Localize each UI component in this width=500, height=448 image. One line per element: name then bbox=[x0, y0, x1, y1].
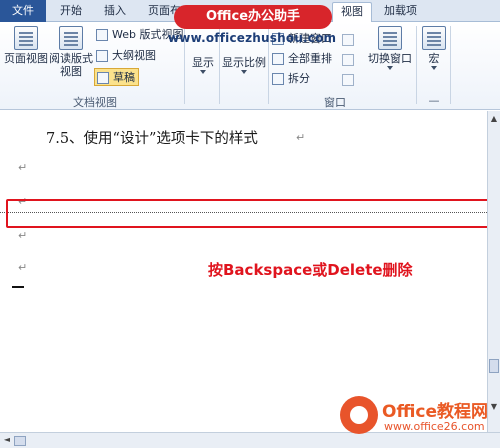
page-view-icon bbox=[14, 26, 38, 50]
reading-view-button[interactable]: 阅读版式 视图 bbox=[48, 26, 94, 78]
switch-window-button[interactable]: 切换窗口 bbox=[364, 26, 416, 70]
macros-button[interactable]: 宏 bbox=[420, 26, 448, 70]
paragraph-mark: ↵ bbox=[18, 261, 28, 274]
show-label: 显示 bbox=[192, 56, 214, 69]
office-logo-icon bbox=[340, 396, 378, 434]
watermark-banner: Office办公助手 bbox=[174, 5, 332, 29]
arrange-all-icon bbox=[272, 53, 284, 65]
tab-file[interactable]: 文件 bbox=[0, 0, 46, 22]
site-logo: Office教程网 www.office26.com bbox=[340, 392, 500, 440]
logo-url: www.office26.com bbox=[384, 420, 485, 433]
paragraph-mark: ↵ bbox=[18, 229, 28, 242]
zoom-dropdown-icon bbox=[241, 70, 247, 74]
tab-insert[interactable]: 插入 bbox=[96, 2, 134, 22]
show-dropdown-icon bbox=[200, 70, 206, 74]
split-icon bbox=[272, 73, 284, 85]
outline-view-icon bbox=[96, 50, 108, 62]
draft-view-label: 草稿 bbox=[113, 71, 135, 84]
reading-view-icon bbox=[59, 26, 83, 50]
delete-instruction-annotation: 按Backspace或Delete删除 bbox=[208, 261, 413, 279]
switch-window-icon bbox=[378, 26, 402, 50]
draft-view-icon bbox=[97, 72, 109, 84]
switch-window-label: 切换窗口 bbox=[368, 52, 412, 65]
page-view-button[interactable]: 页面视图 bbox=[4, 26, 48, 65]
web-view-icon bbox=[96, 29, 108, 41]
highlight-box bbox=[6, 199, 490, 228]
split-button[interactable]: 拆分 bbox=[270, 70, 313, 88]
zoom-button[interactable]: 显示比例 bbox=[221, 56, 267, 74]
doc-views-group-label: 文档视图 bbox=[73, 96, 117, 109]
macros-label: 宏 bbox=[428, 52, 440, 65]
horizontal-scrollbar-thumb[interactable] bbox=[14, 436, 26, 446]
page-view-label: 页面视图 bbox=[4, 52, 48, 65]
zoom-label: 显示比例 bbox=[222, 56, 266, 69]
synchronous-scrolling-icon[interactable] bbox=[342, 54, 354, 66]
window-group-label: 窗口 bbox=[324, 96, 346, 109]
scrollbar-thumb[interactable] bbox=[489, 359, 499, 373]
group-separator bbox=[416, 26, 417, 104]
document-heading: 7.5、使用“设计”选项卡下的样式 bbox=[46, 131, 258, 147]
paragraph-mark: ↵ bbox=[18, 161, 28, 174]
reading-view-label-1: 阅读版式 bbox=[49, 52, 93, 65]
reset-window-position-icon[interactable] bbox=[342, 74, 354, 86]
text-cursor bbox=[12, 286, 24, 288]
tab-view[interactable]: 视图 bbox=[332, 2, 372, 23]
arrange-all-label: 全部重排 bbox=[288, 52, 332, 65]
tab-addins[interactable]: 加载项 bbox=[376, 2, 425, 22]
document-area[interactable]: 7.5、使用“设计”选项卡下的样式 ↵ ↵ ↵ ↵ ↵ 按Backspace或D… bbox=[0, 111, 490, 432]
arrange-all-button[interactable]: 全部重排 bbox=[270, 50, 335, 68]
outline-view-button[interactable]: 大纲视图 bbox=[94, 47, 159, 65]
tab-home[interactable]: 开始 bbox=[52, 2, 90, 22]
scroll-left-icon[interactable]: ◄ bbox=[2, 434, 12, 446]
switch-window-dropdown-icon bbox=[387, 66, 393, 70]
macros-group-label: — bbox=[428, 94, 440, 107]
reading-view-label-2: 视图 bbox=[60, 65, 82, 78]
draft-view-button[interactable]: 草稿 bbox=[94, 68, 139, 86]
macros-dropdown-icon bbox=[431, 66, 437, 70]
watermark-url: www.officezhushou.com bbox=[168, 31, 337, 45]
view-side-by-side-icon[interactable] bbox=[342, 34, 354, 46]
outline-view-label: 大纲视图 bbox=[112, 49, 156, 62]
split-label: 拆分 bbox=[288, 72, 310, 85]
show-button[interactable]: 显示 bbox=[188, 56, 218, 74]
vertical-scrollbar[interactable]: ▲ ▼ bbox=[487, 111, 500, 432]
group-separator bbox=[450, 26, 451, 104]
macros-icon bbox=[422, 26, 446, 50]
logo-text: Office教程网 bbox=[382, 402, 489, 422]
paragraph-mark: ↵ bbox=[296, 131, 306, 144]
scroll-up-icon[interactable]: ▲ bbox=[489, 113, 499, 125]
